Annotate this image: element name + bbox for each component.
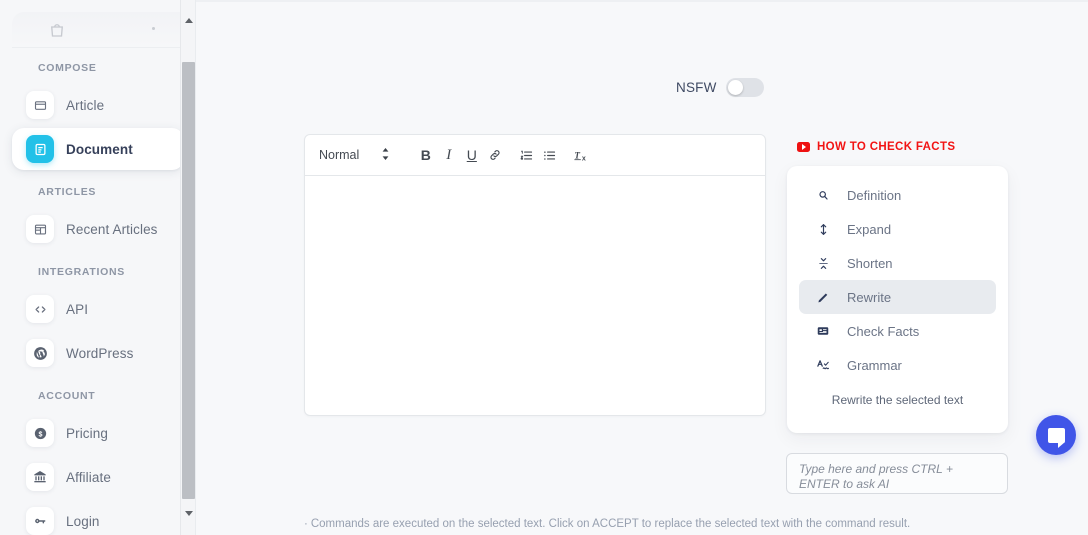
bag-logo-icon — [48, 21, 66, 39]
editor-toolbar: Normal B I U T x — [305, 135, 765, 176]
nsfw-toggle-knob — [727, 80, 743, 95]
editor-content-area[interactable] — [305, 176, 765, 415]
footer-note-text: Commands are executed on the selected te… — [310, 518, 911, 530]
how-to-check-facts-link[interactable]: HOW TO CHECK FACTS — [797, 141, 955, 153]
sidebar-item-label: Document — [66, 141, 133, 157]
wordpress-icon — [26, 339, 54, 367]
underline-button[interactable]: U — [460, 143, 483, 167]
sidebar-item-label: Article — [66, 97, 105, 113]
block-format-select[interactable]: Normal — [319, 147, 390, 163]
sidebar: COMPOSE Article Document ARTICLES Recent… — [0, 0, 196, 535]
command-definition[interactable]: Definition — [799, 178, 996, 212]
ai-commands-panel: Definition Expand Shorten Rewrite Check … — [787, 166, 1008, 433]
sidebar-item-recent-articles[interactable]: Recent Articles — [12, 208, 184, 250]
svg-text:T: T — [575, 150, 581, 160]
sidebar-item-wordpress[interactable]: WordPress — [12, 332, 184, 374]
command-label: Grammar — [847, 357, 902, 373]
sidebar-section-account: ACCOUNT — [38, 390, 96, 402]
sidebar-item-article[interactable]: Article — [12, 84, 184, 126]
sidebar-item-label: WordPress — [66, 345, 134, 361]
ask-ai-placeholder: Type here and press CTRL + ENTER to ask … — [799, 462, 953, 491]
command-label: Definition — [847, 187, 902, 203]
command-label: Rewrite — [847, 289, 892, 305]
sidebar-section-integrations: INTEGRATIONS — [38, 266, 125, 278]
grammar-check-icon — [815, 358, 831, 373]
document-lines-icon — [26, 135, 54, 163]
sidebar-nav: COMPOSE Article Document ARTICLES Recent… — [0, 56, 195, 535]
footer-note: · Commands are executed on the selected t… — [304, 518, 910, 530]
italic-button[interactable]: I — [437, 143, 460, 167]
command-hint: Rewrite the selected text — [831, 393, 964, 407]
key-icon — [26, 507, 54, 535]
nsfw-toggle[interactable] — [725, 78, 764, 97]
window-icon — [26, 91, 54, 119]
command-shorten[interactable]: Shorten — [799, 246, 996, 280]
sidebar-section-articles: ARTICLES — [38, 186, 97, 198]
youtube-play-icon — [797, 142, 810, 152]
scroll-down-arrow[interactable] — [181, 506, 195, 521]
ordered-list-icon[interactable] — [515, 143, 538, 167]
sidebar-item-label: Affiliate — [66, 469, 111, 485]
clear-format-button[interactable]: T x — [570, 143, 593, 167]
code-brackets-icon — [26, 295, 54, 323]
brand-dot — [152, 27, 155, 30]
ask-ai-input[interactable]: Type here and press CTRL + ENTER to ask … — [786, 453, 1008, 494]
sidebar-item-api[interactable]: API — [12, 288, 184, 330]
block-format-value: Normal — [319, 148, 360, 162]
command-label: Check Facts — [847, 323, 920, 339]
chat-bubble-icon[interactable] — [1036, 415, 1076, 455]
expand-arrows-icon — [815, 222, 831, 237]
bank-icon — [26, 463, 54, 491]
bold-button[interactable]: B — [414, 143, 437, 167]
command-label: Shorten — [847, 255, 893, 271]
sidebar-item-login[interactable]: Login — [12, 500, 184, 535]
layout-grid-icon — [26, 215, 54, 243]
scrollbar-thumb[interactable] — [182, 62, 195, 499]
command-grammar[interactable]: Grammar — [799, 348, 996, 382]
chat-bubble-shape — [1047, 427, 1065, 448]
pencil-icon — [815, 291, 831, 304]
text-editor: Normal B I U T x — [304, 134, 766, 416]
nsfw-toggle-row: NSFW — [676, 78, 764, 97]
sidebar-item-label: Recent Articles — [66, 221, 158, 237]
sidebar-item-label: API — [66, 301, 89, 317]
how-to-label: HOW TO CHECK FACTS — [817, 141, 956, 153]
bullet-list-icon[interactable] — [538, 143, 561, 167]
shorten-arrows-icon — [815, 256, 831, 271]
sidebar-item-pricing[interactable]: $ Pricing — [12, 412, 184, 454]
sidebar-item-label: Login — [66, 513, 100, 529]
command-label: Expand — [847, 221, 892, 237]
nsfw-label: NSFW — [676, 80, 717, 95]
sidebar-item-document[interactable]: Document — [12, 128, 184, 170]
app-root: COMPOSE Article Document ARTICLES Recent… — [0, 0, 1088, 535]
link-icon[interactable] — [483, 143, 506, 167]
footer-bullet: · — [304, 518, 308, 530]
scroll-up-arrow[interactable] — [181, 13, 195, 28]
updown-caret-icon — [381, 147, 390, 163]
dollar-coin-icon: $ — [26, 419, 54, 447]
magnifier-icon — [815, 189, 831, 202]
svg-text:x: x — [582, 154, 586, 162]
sidebar-item-affiliate[interactable]: Affiliate — [12, 456, 184, 498]
command-rewrite[interactable]: Rewrite — [799, 280, 996, 314]
fact-card-icon — [815, 324, 831, 338]
svg-text:$: $ — [38, 430, 42, 438]
command-expand[interactable]: Expand — [799, 212, 996, 246]
sidebar-section-compose: COMPOSE — [38, 62, 97, 74]
sidebar-scrollbar[interactable] — [180, 0, 195, 535]
brand-header[interactable] — [12, 12, 195, 48]
sidebar-item-label: Pricing — [66, 425, 108, 441]
command-check-facts[interactable]: Check Facts — [799, 314, 996, 348]
